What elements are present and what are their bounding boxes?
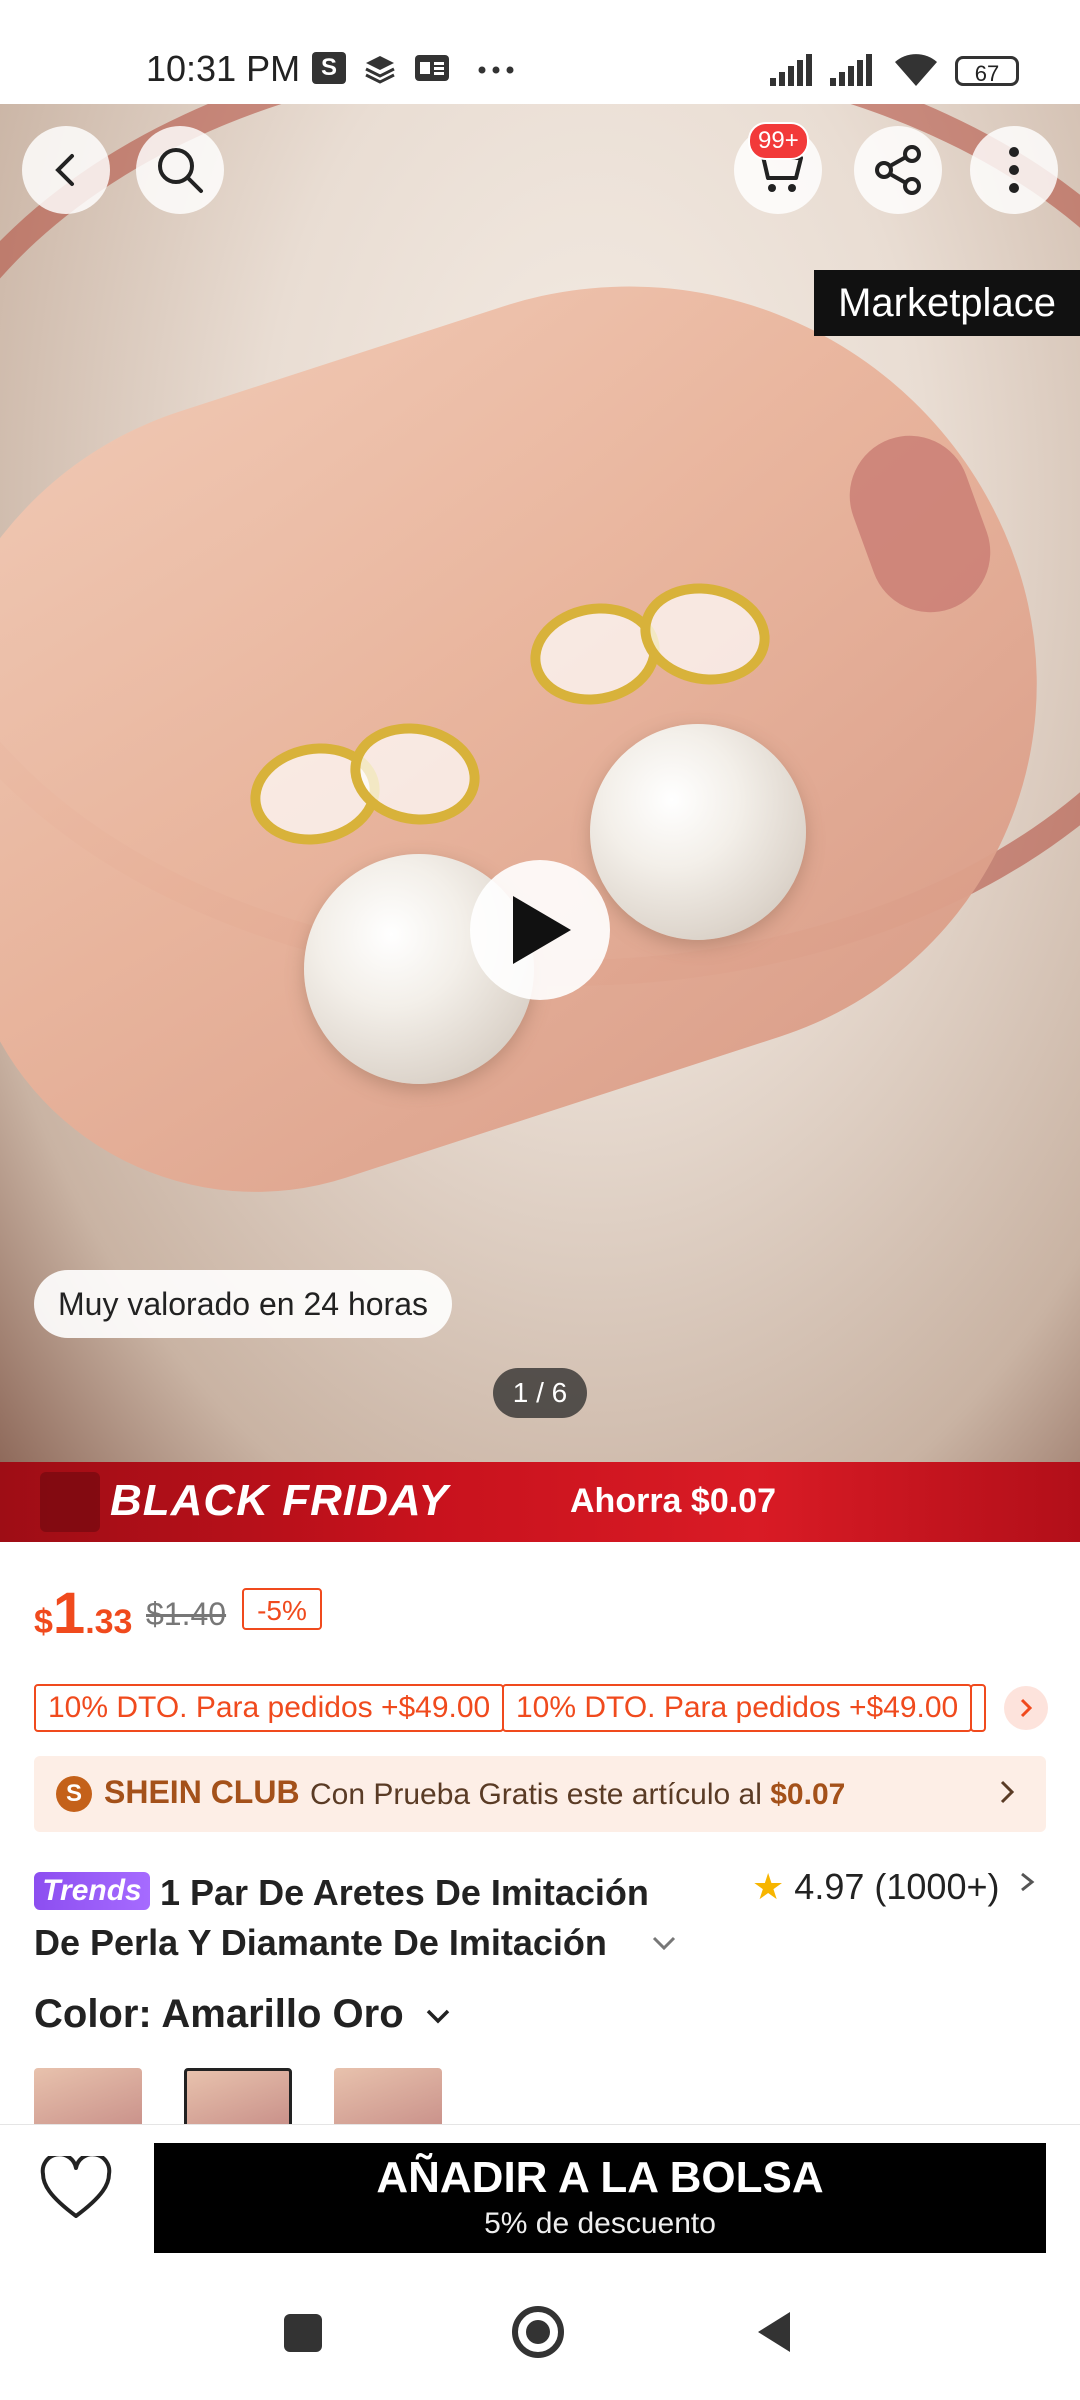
battery-icon: 67: [955, 56, 1019, 86]
price-decimal: .33: [85, 1603, 133, 1641]
search-button[interactable]: [136, 126, 224, 214]
color-swatch-1[interactable]: [34, 2068, 142, 2128]
chevron-right-icon[interactable]: [1018, 1862, 1038, 1911]
gift-icon: [40, 1472, 100, 1532]
wifi-icon: [892, 52, 940, 93]
system-nav-bar: [0, 2264, 1080, 2400]
club-description: Con Prueba Gratis este artículo al $0.07: [310, 1778, 846, 1811]
image-pager: 1 / 6: [493, 1368, 587, 1418]
black-friday-banner[interactable]: BLACK FRIDAY Ahorra $0.07: [0, 1462, 1080, 1542]
chevron-right-icon: [996, 1772, 1020, 1822]
color-swatch-3[interactable]: [334, 2068, 442, 2128]
review-count: (1000+): [874, 1866, 1000, 1907]
coupon-3-partial[interactable]: [970, 1684, 986, 1732]
pearl-2: [590, 724, 806, 940]
signal-icon: [770, 54, 820, 91]
club-name: SHEIN CLUB: [104, 1774, 300, 1810]
chevron-left-icon: [55, 154, 74, 186]
rating[interactable]: ★ 4.97 (1000+): [752, 1866, 999, 1908]
play-video-button[interactable]: [470, 860, 610, 1000]
discount-badge: -5%: [242, 1588, 322, 1630]
shein-club-banner[interactable]: S SHEIN CLUB Con Prueba Gratis este artí…: [34, 1756, 1046, 1832]
star-icon: ★: [752, 1866, 785, 1907]
status-bar: 10:31 PM S 67: [0, 0, 1080, 104]
club-price: $0.07: [770, 1778, 846, 1811]
status-time: 10:31 PM: [146, 48, 301, 89]
price-currency: $: [34, 1603, 53, 1641]
more-dots-icon: [478, 62, 514, 80]
add-to-bag-discount: 5% de descuento: [484, 2207, 716, 2240]
add-to-bag-button[interactable]: AÑADIR A LA BOLSA 5% de descuento: [154, 2143, 1046, 2253]
price-integer: 1: [52, 1581, 86, 1646]
home-button[interactable]: [512, 2306, 564, 2358]
play-icon: [513, 896, 571, 964]
more-vertical-icon: [1009, 147, 1019, 193]
marketplace-label: Marketplace: [814, 270, 1080, 336]
more-options-button[interactable]: [970, 126, 1058, 214]
search-icon: [158, 148, 203, 193]
bottom-action-bar: AÑADIR A LA BOLSA 5% de descuento: [0, 2124, 1080, 2265]
color-label: Color: Amarillo Oro: [34, 1992, 404, 2036]
share-button[interactable]: [854, 126, 942, 214]
black-friday-label: BLACK FRIDAY: [110, 1476, 449, 1525]
back-nav-button[interactable]: [754, 2308, 794, 2361]
rating-value: 4.97: [794, 1866, 865, 1907]
add-to-bag-label: AÑADIR A LA BOLSA: [376, 2153, 824, 2202]
original-price: $1.40: [146, 1596, 227, 1632]
color-swatch-2[interactable]: [184, 2068, 292, 2128]
color-selector[interactable]: Color: Amarillo Oro: [34, 1992, 453, 2037]
ge-icon: [414, 54, 450, 87]
triangle-back-icon: [758, 2312, 790, 2352]
recent-apps-button[interactable]: [284, 2314, 322, 2352]
expand-title-icon[interactable]: [650, 1928, 678, 1965]
s-app-icon: S: [312, 52, 346, 84]
coupons-more-button[interactable]: [1004, 1686, 1048, 1730]
top-rated-badge: Muy valorado en 24 horas: [34, 1270, 452, 1338]
chevron-right-icon: [1020, 1698, 1033, 1718]
coupon-1[interactable]: 10% DTO. Para pedidos +$49.00: [34, 1684, 505, 1732]
wishlist-button[interactable]: [36, 2149, 116, 2229]
share-icon: [875, 145, 921, 195]
trends-tag: Trends: [34, 1872, 150, 1910]
savings-label: Ahorra $0.07: [570, 1482, 776, 1520]
back-button[interactable]: [22, 126, 110, 214]
layers-icon: [364, 54, 396, 89]
chevron-down-icon: [426, 2010, 450, 2024]
cart-count-badge: 99+: [748, 122, 809, 160]
club-badge-icon: S: [56, 1776, 92, 1812]
coupon-2[interactable]: 10% DTO. Para pedidos +$49.00: [502, 1684, 973, 1732]
heart-icon: [40, 2156, 112, 2218]
signal-icon-2: [830, 54, 880, 91]
current-price: $1.33: [34, 1580, 132, 1647]
